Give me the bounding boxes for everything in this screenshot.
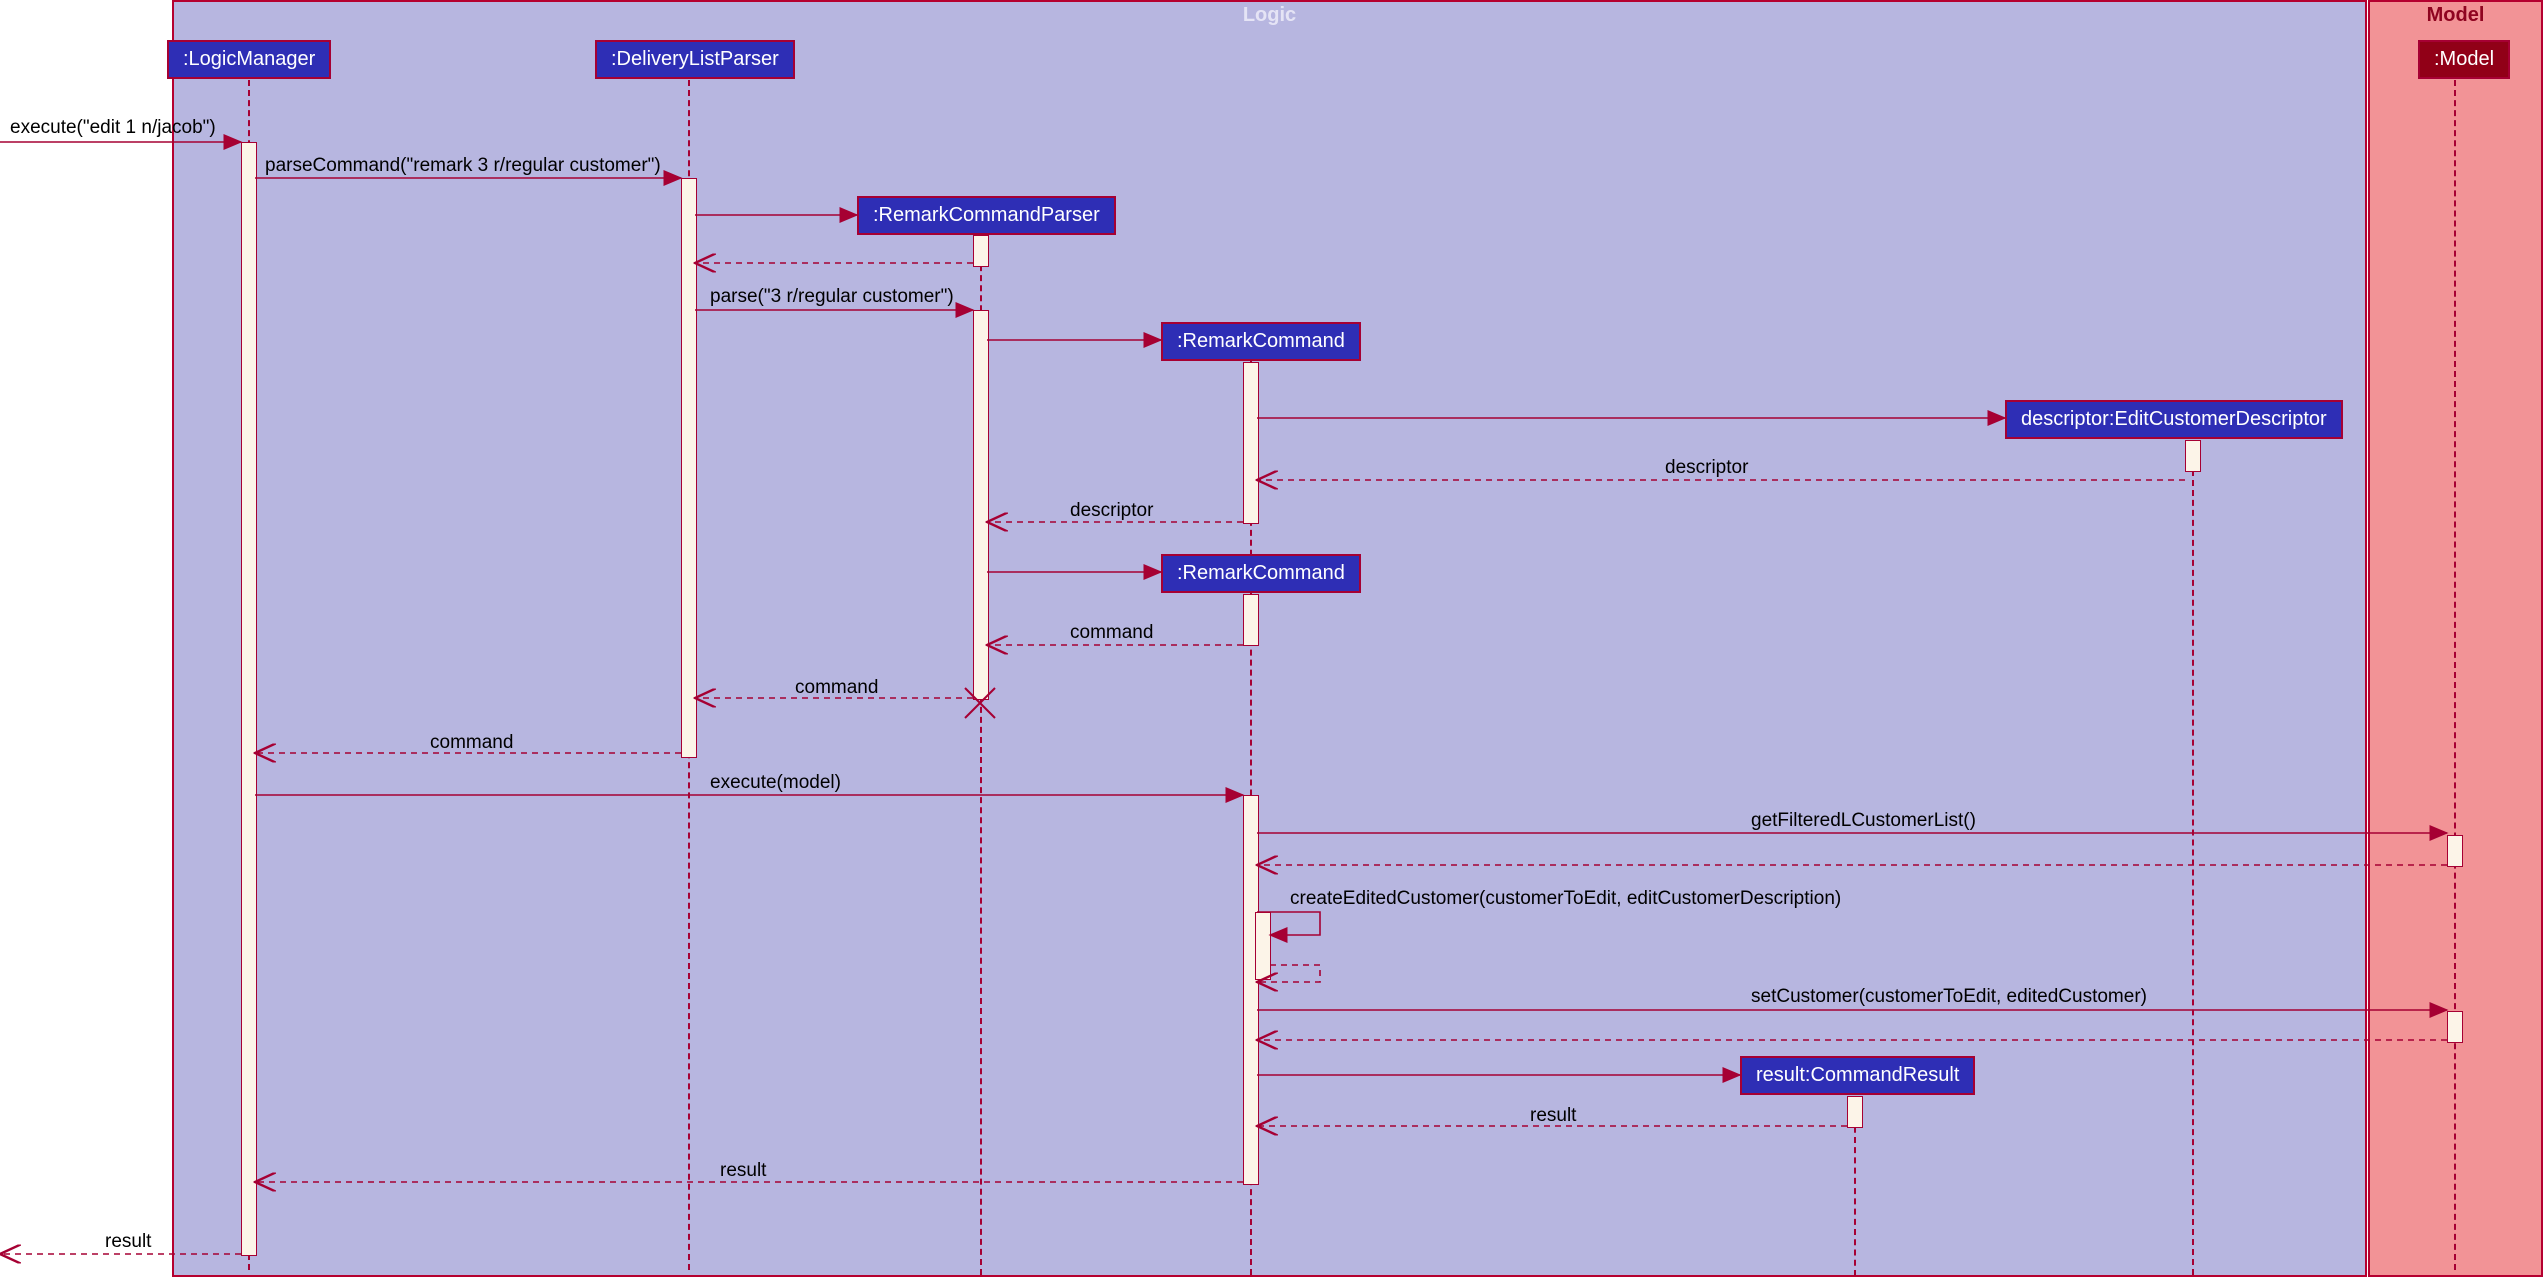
msg-execute-model: execute(model) xyxy=(710,772,841,794)
activation-edit-customer-descriptor xyxy=(2185,440,2201,472)
logic-frame: Logic xyxy=(172,0,2367,1277)
activation-remark-command-self xyxy=(1255,912,1271,980)
participant-delivery-list-parser: :DeliveryListParser xyxy=(595,40,795,79)
msg-parse-command: parseCommand("remark 3 r/regular custome… xyxy=(265,155,661,177)
msg-get-filtered: getFilteredLCustomerList() xyxy=(1751,810,1976,832)
msg-command-1: command xyxy=(1070,622,1153,644)
activation-logic-manager xyxy=(241,142,257,1256)
msg-descriptor-2: descriptor xyxy=(1070,500,1153,522)
participant-command-result: result:CommandResult xyxy=(1740,1056,1975,1095)
msg-set-customer: setCustomer(customerToEdit, editedCustom… xyxy=(1751,986,2147,1008)
activation-model-1 xyxy=(2447,835,2463,867)
msg-parse: parse("3 r/regular customer") xyxy=(710,286,954,308)
activation-delivery-list-parser xyxy=(681,178,697,758)
msg-result-1: result xyxy=(1530,1105,1576,1127)
activation-remark-command-3 xyxy=(1243,795,1259,1185)
msg-result-3: result xyxy=(105,1231,151,1253)
msg-create-edited: createEditedCustomer(customerToEdit, edi… xyxy=(1290,888,1841,910)
model-frame-label: Model xyxy=(2417,2,2495,29)
msg-command-3: command xyxy=(430,732,513,754)
activation-model-2 xyxy=(2447,1011,2463,1043)
activation-remark-command-parser-1 xyxy=(973,235,989,267)
activation-remark-command-2 xyxy=(1243,594,1259,646)
logic-frame-label: Logic xyxy=(1233,2,1306,29)
msg-result-2: result xyxy=(720,1160,766,1182)
participant-logic-manager: :LogicManager xyxy=(167,40,331,79)
lifeline-model xyxy=(2454,80,2456,1270)
participant-remark-command-1: :RemarkCommand xyxy=(1161,322,1361,361)
participant-model: :Model xyxy=(2418,40,2510,79)
activation-remark-command-1 xyxy=(1243,362,1259,524)
participant-remark-command-parser: :RemarkCommandParser xyxy=(857,196,1116,235)
participant-edit-customer-descriptor: descriptor:EditCustomerDescriptor xyxy=(2005,400,2343,439)
lifeline-edit-customer-descriptor xyxy=(2192,440,2194,1275)
msg-execute-edit: execute("edit 1 n/jacob") xyxy=(10,117,216,139)
participant-remark-command-2: :RemarkCommand xyxy=(1161,554,1361,593)
msg-descriptor-1: descriptor xyxy=(1665,457,1748,479)
activation-remark-command-parser-2 xyxy=(973,310,989,700)
msg-command-2: command xyxy=(795,677,878,699)
activation-command-result xyxy=(1847,1096,1863,1128)
